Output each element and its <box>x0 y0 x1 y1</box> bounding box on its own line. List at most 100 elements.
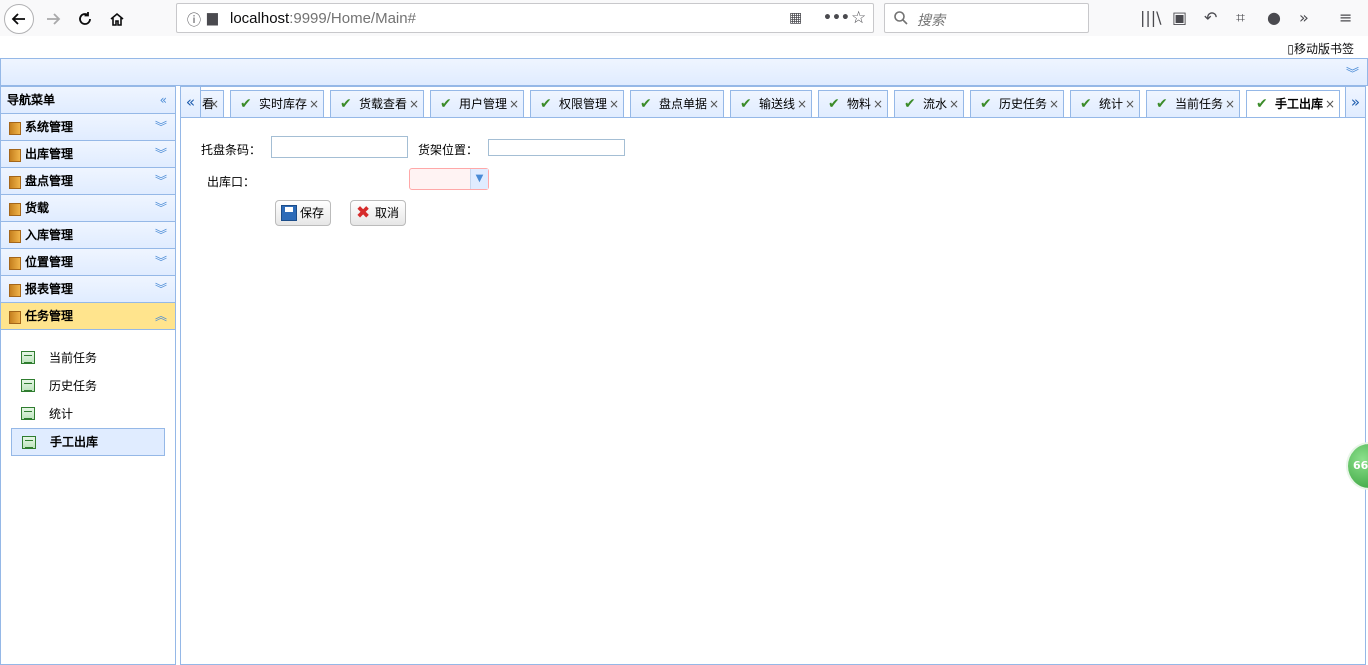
menu-group-cargo[interactable]: 货载 ︾ <box>1 195 175 222</box>
check-icon: ✔ <box>440 96 452 112</box>
sidebar-toggle-icon[interactable]: ▣ <box>1172 8 1187 27</box>
info-icon[interactable]: ⓘ <box>187 10 201 30</box>
check-icon: ✔ <box>1256 96 1268 112</box>
main-content: 看 × ✔ 实时库存 × ✔ 货载查看 × ✔ 用户管理 × ✔ 权限管理 × ✔ 盘点单据 × ✔ 输… <box>180 86 1366 665</box>
folder-icon <box>9 284 21 297</box>
close-icon[interactable]: × <box>609 91 619 117</box>
check-icon: ✔ <box>240 96 252 112</box>
close-icon[interactable]: × <box>209 91 219 117</box>
url-bar[interactable]: ⓘ ▆ localhost:9999/Home/Main# ▦ ••• ☆ <box>176 3 874 33</box>
menu-group-tasks[interactable]: 任务管理 ︽ <box>1 303 175 330</box>
tab-inventory-check-doc[interactable]: ✔ 盘点单据 × <box>630 90 724 117</box>
shelf-location-input[interactable] <box>488 139 625 156</box>
tab-realtime-stock[interactable]: ✔ 实时库存 × <box>230 90 324 117</box>
home-icon <box>110 12 124 26</box>
tab-manual-outbound[interactable]: ✔ 手工出库 × <box>1246 90 1340 117</box>
menu-group-outbound[interactable]: 出库管理 ︾ <box>1 141 175 168</box>
back-button[interactable] <box>4 4 34 34</box>
close-icon[interactable]: × <box>1325 91 1335 117</box>
folder-icon <box>9 230 21 243</box>
outbound-port-select[interactable]: ▼ <box>409 168 489 190</box>
sidebar-item-statistics[interactable]: 统计 <box>11 400 165 428</box>
tab-permission-management[interactable]: ✔ 权限管理 × <box>530 90 624 117</box>
reload-button[interactable] <box>70 4 100 34</box>
check-icon: ✔ <box>340 96 352 112</box>
pallet-code-input[interactable] <box>271 136 408 158</box>
tab-flow[interactable]: ✔ 流水 × <box>894 90 964 117</box>
tab-scroll-right-icon[interactable]: » <box>1345 87 1365 117</box>
save-button[interactable]: 保存 <box>275 200 332 226</box>
tab-user-management[interactable]: ✔ 用户管理 × <box>430 90 524 117</box>
forward-arrow-icon <box>47 13 61 25</box>
close-icon[interactable]: × <box>797 91 807 117</box>
page-icon: ▆ <box>207 10 218 26</box>
folder-icon <box>9 203 21 216</box>
tab-statistics[interactable]: ✔ 统计 × <box>1070 90 1140 117</box>
chevron-down-icon[interactable]: ▼ <box>470 169 488 189</box>
tab-materials[interactable]: ✔ 物料 × <box>818 90 888 117</box>
collapse-header-icon[interactable]: ︾ <box>1346 63 1359 82</box>
datagrid-icon <box>21 379 35 392</box>
check-icon: ✔ <box>980 96 992 112</box>
datagrid-icon <box>22 436 36 449</box>
close-icon[interactable]: × <box>873 91 883 117</box>
sidebar-item-current-tasks[interactable]: 当前任务 <box>11 344 165 372</box>
check-icon: ✔ <box>640 96 652 112</box>
qr-code-icon[interactable]: ▦ <box>789 10 802 26</box>
menu-group-system[interactable]: 系统管理 ︾ <box>1 114 175 141</box>
folder-icon <box>9 176 21 189</box>
close-icon[interactable]: × <box>409 91 419 117</box>
back-arrow-icon <box>11 13 25 25</box>
check-icon: ✔ <box>828 96 840 112</box>
tab-bar: 看 × ✔ 实时库存 × ✔ 货载查看 × ✔ 用户管理 × ✔ 权限管理 × ✔ 盘点单据 × ✔ 输… <box>181 87 1365 118</box>
overflow-icon[interactable]: » <box>1299 8 1309 27</box>
home-button[interactable] <box>102 4 132 34</box>
url-text[interactable]: localhost:9999/Home/Main# <box>230 10 416 27</box>
pallet-code-label: 托盘条码： <box>201 143 262 157</box>
crop-icon[interactable]: ⌗ <box>1236 8 1245 28</box>
tab-scroll-left-icon[interactable]: « <box>181 87 201 117</box>
more-actions-icon[interactable]: ••• <box>823 10 850 26</box>
check-icon: ✔ <box>1156 96 1168 112</box>
tab-current-tasks[interactable]: ✔ 当前任务 × <box>1146 90 1240 117</box>
menu-group-inventory-check[interactable]: 盘点管理 ︾ <box>1 168 175 195</box>
library-icon[interactable]: |||\ <box>1140 8 1162 27</box>
save-icon <box>281 205 297 221</box>
collapse-sidebar-icon[interactable]: « <box>160 87 167 114</box>
close-icon[interactable]: × <box>709 91 719 117</box>
sidebar-item-manual-outbound[interactable]: 手工出库 <box>11 428 165 456</box>
folder-icon <box>9 257 21 270</box>
collapse-icon: ︽ <box>154 309 167 323</box>
cancel-button[interactable]: ✖ 取消 <box>350 200 407 226</box>
expand-icon: ︾ <box>154 282 167 296</box>
folder-icon <box>9 122 21 135</box>
tab-history-tasks[interactable]: ✔ 历史任务 × <box>970 90 1064 117</box>
search-bar[interactable]: 搜索 <box>884 3 1089 33</box>
menu-group-location[interactable]: 位置管理 ︾ <box>1 249 175 276</box>
close-icon[interactable]: × <box>949 91 959 117</box>
bookmark-star-icon[interactable]: ☆ <box>851 8 866 28</box>
outbound-port-label: 出库口： <box>207 175 256 189</box>
mobile-bookmarks[interactable]: ▯移动版书签 <box>1287 40 1354 57</box>
folder-icon <box>9 149 21 162</box>
check-icon: ✔ <box>1080 96 1092 112</box>
close-icon[interactable]: × <box>509 91 519 117</box>
expand-icon: ︾ <box>154 174 167 188</box>
menu-icon[interactable]: ≡ <box>1339 8 1352 27</box>
mobile-icon: ▯ <box>1287 42 1294 56</box>
task-sub-menu: 当前任务 历史任务 统计 手工出库 <box>1 330 175 456</box>
close-icon[interactable]: × <box>1125 91 1135 117</box>
sidebar-item-history-tasks[interactable]: 历史任务 <box>11 372 165 400</box>
app-header: ︾ <box>0 58 1368 86</box>
tab-conveyor[interactable]: ✔ 输送线 × <box>730 90 812 117</box>
undo-icon[interactable]: ↶ <box>1204 8 1217 27</box>
chat-icon[interactable]: ● <box>1267 8 1281 27</box>
menu-group-inbound[interactable]: 入库管理 ︾ <box>1 222 175 249</box>
expand-icon: ︾ <box>154 147 167 161</box>
menu-group-reports[interactable]: 报表管理 ︾ <box>1 276 175 303</box>
close-icon[interactable]: × <box>1049 91 1059 117</box>
close-icon[interactable]: × <box>1225 91 1235 117</box>
tab-cargo-view[interactable]: ✔ 货载查看 × <box>330 90 424 117</box>
forward-button[interactable] <box>38 4 68 34</box>
close-icon[interactable]: × <box>309 91 319 117</box>
